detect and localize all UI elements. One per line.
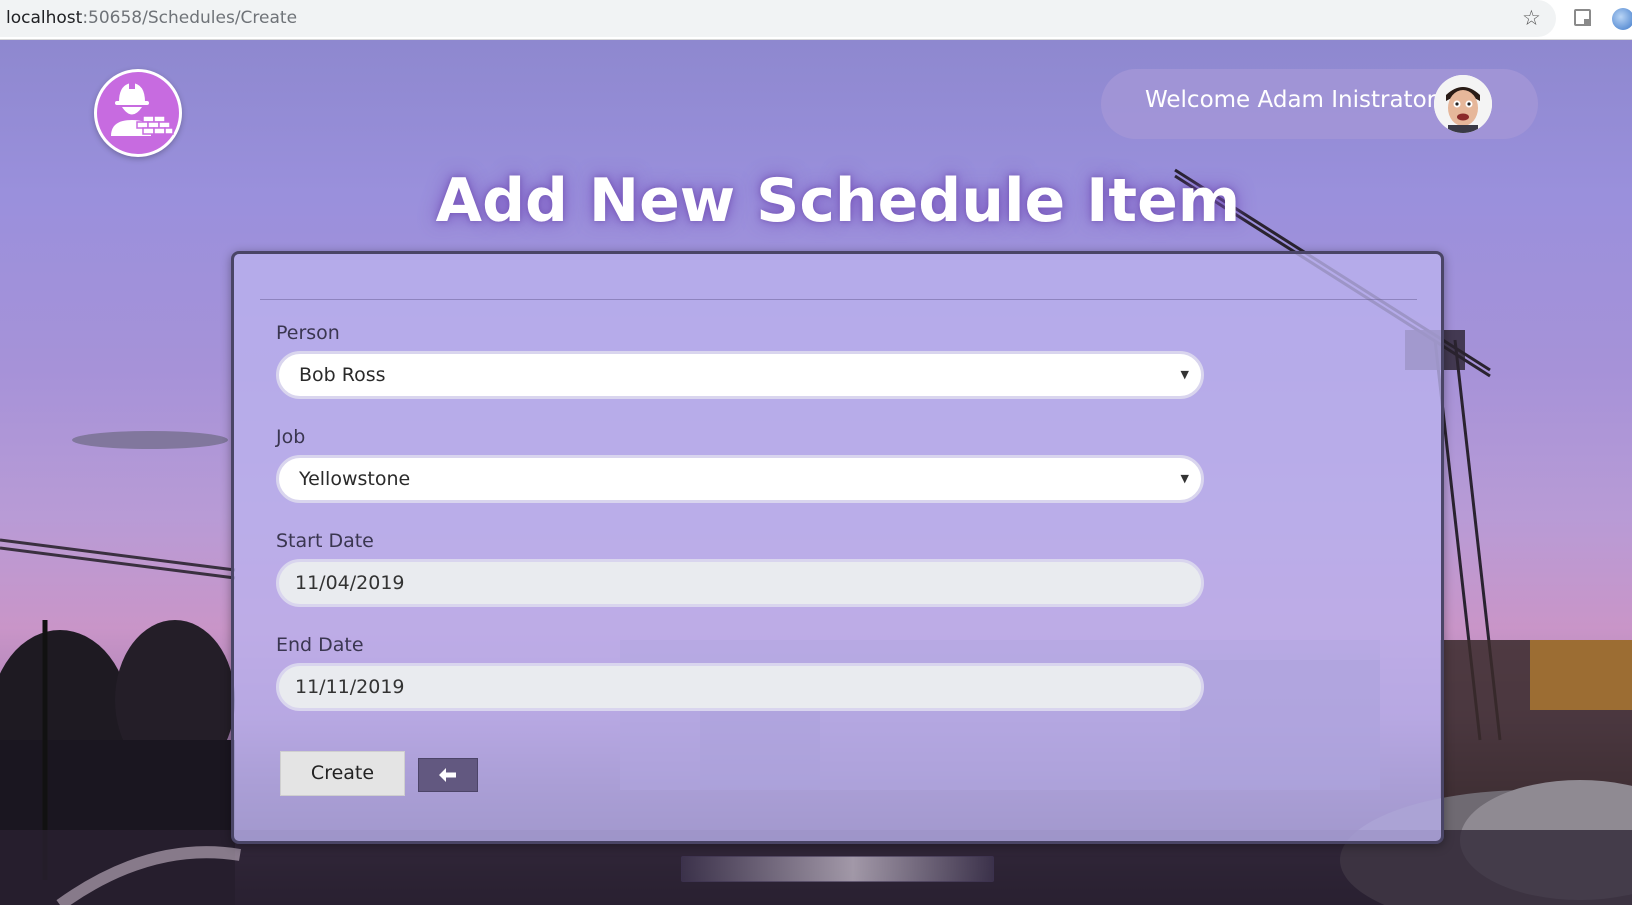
url-path: :50658/Schedules/Create (82, 8, 298, 28)
schedule-form-card: Person Bob Ross ▼ Job Yellowstone ▼ Star… (231, 251, 1444, 844)
profile-sync-icon[interactable] (1612, 8, 1632, 30)
end-date-input[interactable]: 11/11/2019 (276, 663, 1204, 711)
page-title: Add New Schedule Item (435, 166, 1241, 236)
app-logo[interactable] (94, 69, 182, 157)
arrow-left-icon (439, 768, 456, 782)
person-select-value: Bob Ross (299, 364, 386, 386)
user-avatar[interactable] (1434, 75, 1492, 133)
extension-icon[interactable] (1574, 9, 1591, 26)
chevron-down-icon: ▼ (1180, 368, 1189, 381)
page-background: Welcome Adam Inistrator Add New Schedule… (0, 40, 1632, 905)
url-host: localhost (6, 8, 83, 28)
back-button[interactable] (418, 758, 478, 792)
create-button[interactable]: Create (280, 751, 405, 796)
card-divider (260, 299, 1417, 300)
chevron-down-icon: ▼ (1180, 472, 1189, 485)
end-date-value: 11/11/2019 (295, 676, 405, 698)
job-select-value: Yellowstone (299, 468, 411, 490)
star-icon[interactable]: ☆ (1522, 6, 1541, 30)
browser-toolbar: localhost:50658/Schedules/Create ☆ (0, 0, 1632, 40)
user-welcome-panel: Welcome Adam Inistrator (1101, 69, 1538, 139)
footer-decoration (681, 856, 994, 882)
person-label: Person (276, 322, 340, 344)
start-date-label: Start Date (276, 530, 374, 552)
avatar-face-icon (1434, 75, 1492, 133)
person-select[interactable]: Bob Ross ▼ (276, 351, 1204, 399)
welcome-text: Welcome Adam Inistrator (1145, 87, 1437, 113)
start-date-input[interactable]: 11/04/2019 (276, 559, 1204, 607)
job-label: Job (276, 426, 306, 448)
address-bar[interactable]: localhost:50658/Schedules/Create ☆ (0, 0, 1556, 37)
job-select[interactable]: Yellowstone ▼ (276, 455, 1204, 503)
construction-worker-bricks-icon (111, 81, 174, 136)
end-date-label: End Date (276, 634, 364, 656)
start-date-value: 11/04/2019 (295, 572, 405, 594)
url-text[interactable]: localhost:50658/Schedules/Create (6, 8, 297, 28)
